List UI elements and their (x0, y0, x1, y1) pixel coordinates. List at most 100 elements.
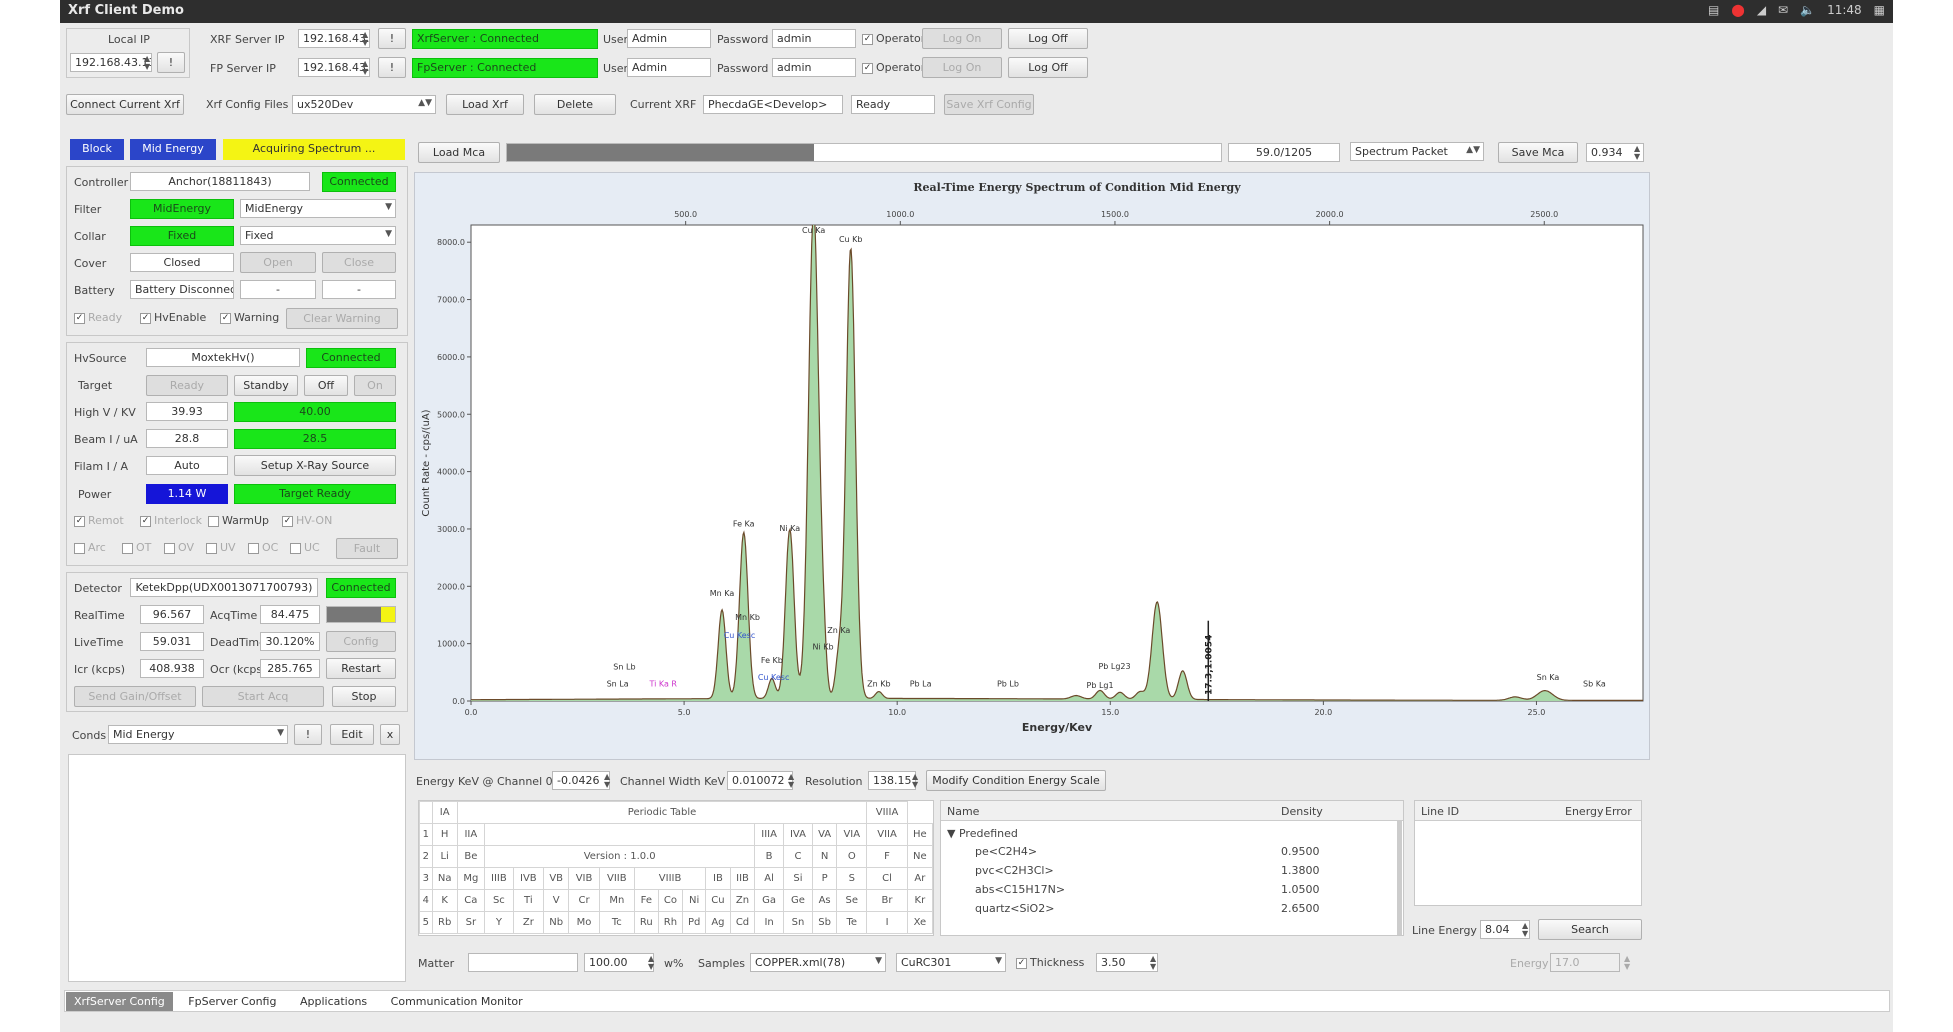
material-name[interactable]: pe<C2H4> (975, 845, 1037, 858)
high-voltage-setpoint[interactable]: 40.00 (234, 402, 396, 422)
thickness-input[interactable]: 3.50 (1096, 953, 1158, 972)
material-name[interactable]: quartz<SiO2> (975, 902, 1054, 915)
target-on-button[interactable]: On (354, 375, 396, 396)
target-ready-button[interactable]: Ready (146, 375, 228, 396)
element-cell[interactable]: Br (866, 889, 908, 912)
search-button[interactable]: Search (1538, 919, 1642, 940)
stop-button[interactable]: Stop (332, 686, 396, 707)
material-name[interactable]: abs<C15H17N> (975, 883, 1065, 896)
xrf-log-off-button[interactable]: Log Off (1008, 28, 1088, 49)
element-cell[interactable]: S (836, 867, 868, 890)
resolution-input[interactable]: 138.15 (868, 771, 916, 790)
element-cell[interactable]: Rb (431, 911, 458, 934)
element-cell[interactable]: Ti (512, 889, 544, 912)
element-cell[interactable]: Zr (512, 911, 544, 934)
element-cell[interactable]: Cr (568, 889, 600, 912)
element-cell[interactable]: Xe (906, 911, 933, 934)
element-cell[interactable]: Na (431, 867, 458, 890)
network-icon[interactable]: ▤ (1708, 3, 1719, 17)
spectrum-packet-combo[interactable]: Spectrum Packet ▲▼ (1350, 142, 1484, 161)
element-cell[interactable]: Cu (705, 889, 731, 912)
element-cell[interactable]: Sr (456, 911, 486, 934)
mail-icon[interactable]: ✉ (1778, 3, 1788, 17)
volume-icon[interactable]: 🔈 (1800, 3, 1815, 17)
conds-close-button[interactable]: x (380, 724, 400, 745)
element-cell[interactable]: F (866, 845, 908, 868)
element-cell[interactable]: V (542, 889, 570, 912)
tab-fpserver-config[interactable]: FpServer Config (180, 992, 284, 1011)
element-cell[interactable]: Co (657, 889, 684, 912)
beam-current-setpoint[interactable]: 28.5 (234, 429, 396, 449)
target-off-button[interactable]: Off (304, 375, 348, 396)
fp-log-on-button[interactable]: Log On (922, 57, 1002, 78)
start-acq-button[interactable]: Start Acq (202, 686, 324, 707)
sample-select-combo[interactable]: CuRC301 ▼ (896, 953, 1006, 972)
fp-operator-checkbox[interactable]: ✓ Operator (862, 61, 925, 74)
xrf-password-input[interactable]: admin (772, 29, 856, 48)
element-cell[interactable]: Be (456, 845, 486, 868)
samples-combo[interactable]: COPPER.xml(78) ▼ (750, 953, 886, 972)
save-xrf-config-button[interactable]: Save Xrf Config (944, 94, 1034, 115)
xrf-server-more-button[interactable]: ! (378, 28, 406, 49)
conds-list[interactable] (68, 754, 406, 982)
target-standby-button[interactable]: Standby (234, 375, 298, 396)
delete-button[interactable]: Delete (534, 94, 616, 115)
element-cell[interactable]: I (866, 911, 908, 934)
filter-combo[interactable]: MidEnergy ▼ (240, 199, 396, 218)
element-cell[interactable]: Zn (729, 889, 756, 912)
spin-arrows-icon[interactable]: ▲ ▼ (362, 31, 368, 47)
thickness-checkbox[interactable]: ✓ Thickness (1016, 956, 1084, 969)
config-files-combo[interactable]: ux520Dev ▲▼ (292, 95, 436, 114)
cover-close-button[interactable]: Close (322, 252, 396, 273)
line-error-header[interactable]: Error (1605, 805, 1632, 818)
element-cell[interactable]: Mo (568, 911, 600, 934)
material-name[interactable]: pvc<C2H3Cl> (975, 864, 1054, 877)
element-cell[interactable]: Mn (598, 889, 635, 912)
warmup-checkbox[interactable]: WarmUp (208, 514, 269, 527)
send-gain-offset-button[interactable]: Send Gain/Offset (74, 686, 196, 707)
element-cell[interactable]: Fe (633, 889, 659, 912)
element-cell[interactable]: Si (782, 867, 814, 890)
warning-checkbox[interactable]: ✓ Warning (220, 311, 279, 324)
spin-arrows-icon[interactable]: ▲ ▼ (1634, 145, 1640, 161)
arc-checkbox[interactable]: Arc (74, 541, 106, 554)
element-cell[interactable]: Ag (705, 911, 731, 934)
spin-arrows-icon[interactable]: ▲ ▼ (1150, 955, 1156, 971)
fp-log-off-button[interactable]: Log Off (1008, 57, 1088, 78)
tab-xrfserver-config[interactable]: XrfServer Config (66, 992, 173, 1011)
element-cell[interactable]: C (782, 845, 814, 868)
line-id-header-label[interactable]: Line ID (1421, 805, 1459, 818)
connect-current-xrf-button[interactable]: Connect Current Xrf (66, 94, 184, 115)
collar-combo[interactable]: Fixed ▼ (240, 226, 396, 245)
element-cell[interactable]: He (906, 823, 933, 846)
local-ip-more-button[interactable]: ! (157, 52, 185, 73)
element-cell[interactable]: Kr (906, 889, 933, 912)
element-cell[interactable]: Ru (633, 911, 659, 934)
energy-input[interactable]: 17.0 (1550, 953, 1620, 972)
matter-input[interactable] (468, 953, 578, 972)
element-cell[interactable]: Li (431, 845, 458, 868)
conds-edit-button[interactable]: Edit (330, 724, 374, 745)
conds-combo[interactable]: Mid Energy ▼ (108, 725, 288, 744)
element-cell[interactable]: Y (484, 911, 514, 934)
tab-communication-monitor[interactable]: Communication Monitor (383, 992, 531, 1011)
element-cell[interactable]: Te (836, 911, 868, 934)
load-mca-button[interactable]: Load Mca (418, 142, 500, 163)
channel-width-input[interactable]: 0.010072 (727, 771, 793, 790)
tab-applications[interactable]: Applications (292, 992, 375, 1011)
line-energy-header[interactable]: Energy (1565, 805, 1604, 818)
local-ip-input[interactable]: 192.168.43.138 (70, 53, 152, 72)
element-cell[interactable]: Sn (782, 911, 814, 934)
element-cell[interactable]: Ar (906, 867, 933, 890)
energy-channel0-input[interactable]: -0.0426 (552, 771, 610, 790)
modify-energy-scale-button[interactable]: Modify Condition Energy Scale (926, 770, 1106, 791)
cover-open-button[interactable]: Open (240, 252, 316, 273)
hv-on-checkbox[interactable]: ✓ HV-ON (282, 514, 332, 527)
signal-icon[interactable]: ◢ (1757, 3, 1766, 17)
spin-arrows-icon[interactable]: ▲ ▼ (912, 773, 918, 789)
spectrum-chart[interactable]: Real-Time Energy Spectrum of Condition M… (415, 173, 1651, 761)
ot-checkbox[interactable]: OT (122, 541, 151, 554)
spin-arrows-icon[interactable]: ▲ ▼ (604, 773, 610, 789)
element-cell[interactable]: O (836, 845, 868, 868)
materials-density-header[interactable]: Density (1281, 805, 1323, 818)
